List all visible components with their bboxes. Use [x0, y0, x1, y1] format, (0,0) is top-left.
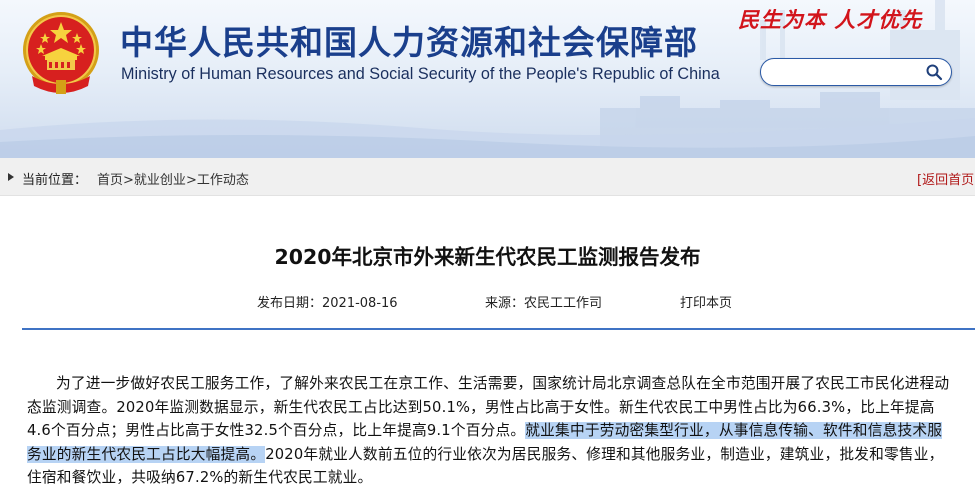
publish-date-label: 发布日期：	[257, 296, 323, 311]
breadcrumb-separator: >	[123, 173, 134, 188]
breadcrumb-home-link[interactable]: 首页	[97, 173, 123, 188]
publish-date-value: 2021-08-16	[322, 296, 398, 311]
national-emblem-icon	[23, 12, 99, 94]
breadcrumb-separator: >	[185, 173, 197, 188]
publish-date: 发布日期：2021-08-16	[257, 292, 398, 311]
article-body-paragraph: 为了进一步做好农民工服务工作，了解外来农民工在京工作、生活需要，国家统计局北京调…	[27, 372, 957, 490]
source-value: 农民工工作司	[524, 296, 603, 311]
site-title-chinese: 中华人民共和国人力资源和社会保障部	[120, 23, 698, 62]
back-home-link[interactable]: [返回首页	[917, 169, 974, 188]
header-banner: 中华人民共和国人力资源和社会保障部 Ministry of Human Reso…	[0, 0, 975, 158]
site-title-english: Ministry of Human Resources and Social S…	[121, 65, 720, 83]
title-divider	[22, 328, 975, 330]
site-slogan: 民生为本 人才优先	[738, 7, 923, 32]
breadcrumb-bar: 当前位置： 首页>就业创业>工作动态 [返回首页	[0, 158, 975, 196]
search-input[interactable]	[773, 63, 923, 81]
article-source: 来源：农民工工作司	[485, 292, 602, 311]
breadcrumb-employment-link[interactable]: 就业创业	[134, 173, 186, 188]
source-label: 来源：	[485, 296, 525, 311]
breadcrumb-label: 当前位置：	[22, 173, 88, 188]
article-title: 2020年北京市外来新生代农民工监测报告发布	[274, 245, 701, 269]
breadcrumb-work-news-link[interactable]: 工作动态	[197, 173, 249, 188]
print-page-link[interactable]: 打印本页	[680, 292, 732, 311]
search-icon[interactable]	[925, 63, 943, 81]
breadcrumb: 首页>就业创业>工作动态	[97, 169, 249, 188]
search-box[interactable]	[760, 58, 952, 86]
breadcrumb-arrow-icon	[8, 173, 14, 181]
